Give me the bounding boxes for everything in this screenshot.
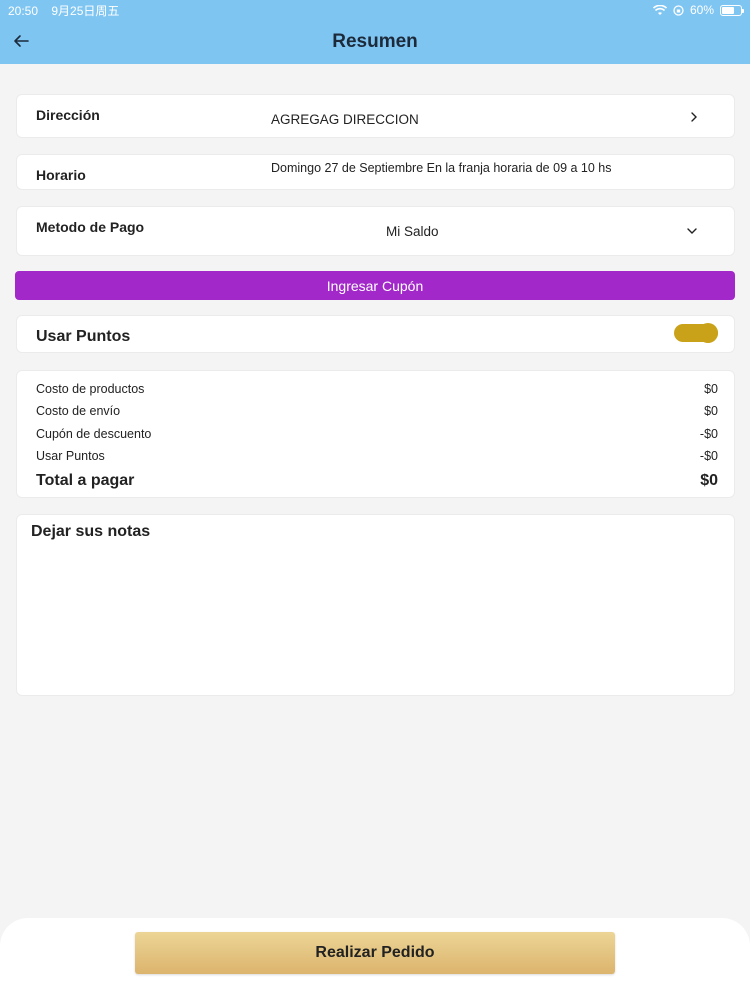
total-label: Total a pagar	[36, 472, 135, 489]
status-time: 20:50	[8, 3, 39, 18]
payment-row[interactable]: Metodo de Pago Mi Saldo	[16, 206, 735, 256]
battery-icon	[720, 4, 744, 16]
summary-line-points: Usar Puntos -$0	[36, 449, 718, 463]
payment-select[interactable]: Mi Saldo	[386, 224, 439, 239]
address-label: Dirección	[36, 107, 100, 123]
summary-value: -$0	[699, 427, 718, 441]
summary-label: Costo de envío	[36, 404, 121, 418]
summary-line-products: Costo de productos $0	[36, 382, 718, 396]
address-value: AGREGAG DIRECCION	[271, 112, 419, 127]
address-row[interactable]: Dirección AGREGAG DIRECCION	[16, 94, 735, 138]
summary-value: $0	[704, 382, 718, 396]
app-header: Resumen	[0, 20, 750, 64]
total-value: $0	[700, 472, 718, 489]
toggle-knob	[698, 323, 718, 343]
notes-input[interactable]	[31, 549, 720, 685]
summary-label: Costo de productos	[36, 382, 145, 396]
status-date: 9月25日周五	[51, 3, 120, 18]
battery-percent: 60%	[689, 3, 714, 17]
schedule-row: Horario Domingo 27 de Septiembre En la f…	[16, 154, 735, 190]
status-bar: 20:50 9月25日周五 60%	[0, 0, 750, 20]
orientation-lock-icon	[673, 4, 684, 16]
summary-value: $0	[704, 404, 718, 418]
notes-title: Dejar sus notas	[31, 523, 151, 540]
summary-label: Cupón de descuento	[36, 427, 152, 441]
points-row: Usar Puntos	[16, 315, 735, 353]
points-label: Usar Puntos	[36, 328, 131, 345]
schedule-label: Horario	[36, 167, 86, 183]
place-order-button[interactable]: Realizar Pedido	[135, 932, 615, 974]
summary-total: Total a pagar $0	[36, 472, 718, 490]
summary-value: -$0	[699, 449, 718, 463]
notes-card: Dejar sus notas	[16, 514, 735, 696]
back-arrow-icon[interactable]	[10, 30, 32, 52]
coupon-button[interactable]: Ingresar Cupón	[15, 271, 735, 300]
summary-label: Usar Puntos	[36, 449, 105, 463]
summary-line-shipping: Costo de envío $0	[36, 404, 718, 418]
chevron-down-icon[interactable]	[686, 227, 698, 235]
schedule-value: Domingo 27 de Septiembre En la franja ho…	[271, 161, 612, 175]
page-title: Resumen	[332, 31, 418, 52]
payment-label: Metodo de Pago	[36, 219, 145, 235]
order-summary: Costo de productos $0 Costo de envío $0 …	[16, 370, 735, 498]
wifi-icon	[652, 4, 667, 15]
points-toggle[interactable]	[674, 323, 718, 343]
footer-bar: Realizar Pedido	[0, 918, 750, 1000]
chevron-right-icon	[691, 112, 697, 122]
summary-line-coupon: Cupón de descuento -$0	[36, 427, 718, 441]
